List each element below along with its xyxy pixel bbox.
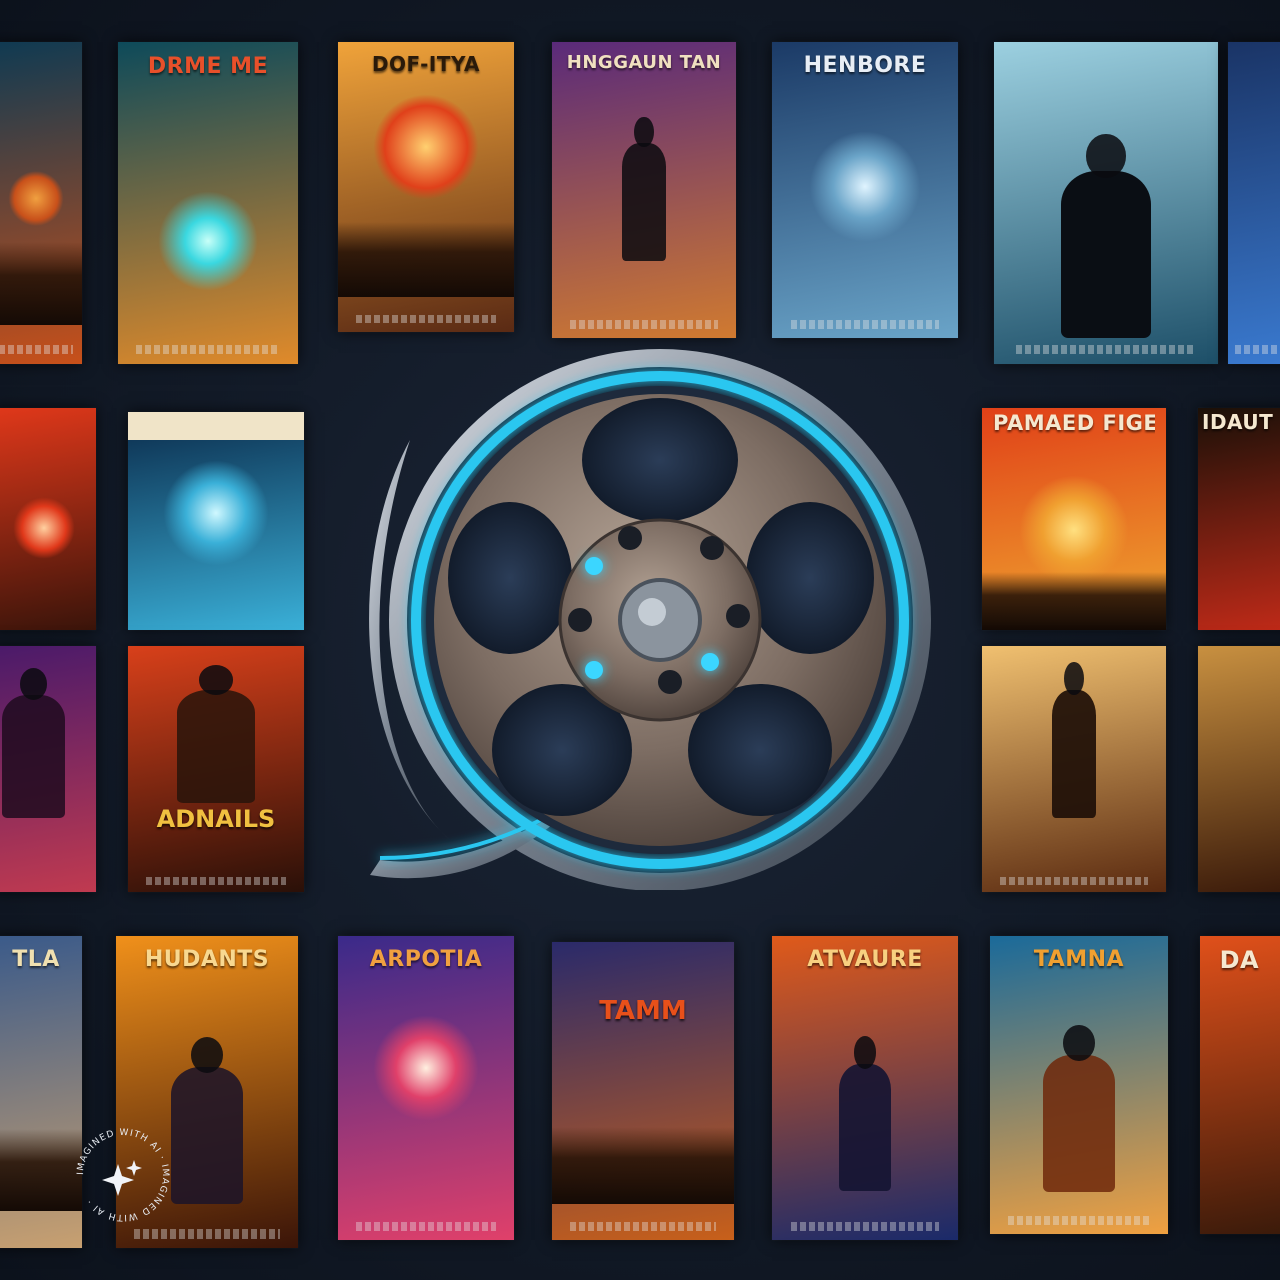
poster-title: TAMNA — [1033, 947, 1125, 971]
poster-credits — [790, 320, 940, 330]
poster-figure — [1051, 662, 1097, 819]
poster-figure — [2, 668, 65, 819]
poster-thumbnail: ARPOTIA — [338, 936, 514, 1240]
badge-text: IMAGINED WITH AI · IMAGINED WITH AI · — [76, 1128, 169, 1222]
poster-art — [1198, 408, 1280, 630]
svg-text:IMAGINED WITH AI · IMAGINED WI: IMAGINED WITH AI · IMAGINED WITH AI · — [76, 1128, 170, 1222]
poster-figure — [621, 116, 667, 262]
poster-figure — [1061, 133, 1151, 339]
poster-subtitle: ADNAILS — [156, 804, 276, 833]
poster-figure — [177, 665, 255, 804]
sparkle-icon: IMAGINED WITH AI · IMAGINED WITH AI · — [76, 1128, 170, 1222]
poster-sun — [8, 170, 64, 226]
poster-thumbnail — [982, 646, 1166, 892]
poster-title: DRME ME — [147, 54, 269, 78]
film-reel-emblem — [340, 330, 960, 890]
poster-thumbnail: TAMNA — [990, 936, 1168, 1234]
poster-title: PAMAED FIGEE — [993, 412, 1155, 435]
poster-sun — [163, 459, 269, 566]
poster-title: HNGGAUN TAN — [566, 53, 722, 73]
poster-thumbnail — [994, 42, 1218, 364]
poster-art — [1198, 646, 1280, 892]
poster-thumbnail — [1198, 646, 1280, 892]
poster-credits — [790, 1221, 940, 1231]
poster-thumbnail: HNGGAUN TAN — [552, 42, 736, 338]
poster-credits — [1016, 344, 1196, 355]
poster-sun — [1018, 474, 1130, 585]
poster-credits — [570, 320, 718, 330]
poster-title: HUDANTS — [144, 948, 270, 972]
poster-sun — [373, 1015, 479, 1121]
poster-ground — [982, 572, 1166, 630]
poster-thumbnail — [0, 408, 96, 630]
poster-thumbnail: ADNAILS — [128, 646, 304, 892]
imagined-with-ai-badge: IMAGINED WITH AI · IMAGINED WITH AI · — [68, 1120, 178, 1230]
poster-sun — [809, 130, 921, 243]
poster-credits — [134, 1229, 280, 1239]
poster-thumbnail: IDAUT — [1198, 408, 1280, 630]
poster-figure — [170, 1036, 244, 1205]
poster-title: IDAUT — [1202, 412, 1274, 434]
poster-thumbnail: DA — [1200, 936, 1280, 1234]
poster-title: TLA — [12, 948, 60, 972]
poster-sun — [154, 186, 262, 295]
poster-sun — [12, 496, 76, 560]
poster-thumbnail: HENBORE — [772, 42, 958, 338]
poster-sun — [373, 94, 479, 200]
poster-title: ARPOTIA — [369, 948, 483, 972]
poster-credits — [355, 1221, 497, 1231]
poster-title: DA — [1219, 947, 1260, 974]
poster-credits — [1235, 344, 1280, 355]
poster-title: HENBORE — [803, 53, 927, 77]
poster-thumbnail — [1228, 42, 1280, 364]
poster-thumbnail: ATVAURE — [772, 936, 958, 1240]
poster-title: DOF-ITYA — [371, 53, 481, 75]
poster-ground — [0, 241, 82, 326]
poster-credits — [0, 344, 73, 355]
poster-thumbnail — [0, 646, 96, 892]
poster-credits — [1007, 1216, 1151, 1226]
film-reel-icon — [369, 349, 931, 890]
poster-thumbnail — [0, 42, 82, 364]
poster-art — [1228, 42, 1280, 364]
poster-thumbnail: DOF-ITYA — [338, 42, 514, 332]
poster-header-band — [128, 412, 304, 441]
poster-credits — [145, 877, 287, 885]
poster-thumbnail — [128, 412, 304, 630]
poster-art — [1200, 936, 1280, 1234]
poster-credits — [570, 1222, 716, 1232]
poster-subtitle: TAMM — [599, 995, 687, 1026]
poster-thumbnail: TAMM — [552, 942, 734, 1240]
poster-figure — [838, 1035, 892, 1192]
poster-ground — [338, 221, 514, 298]
poster-figure — [1043, 1025, 1115, 1193]
poster-thumbnail: PAMAED FIGEE — [982, 408, 1166, 630]
poster-thumbnail: DRME ME — [118, 42, 298, 364]
poster-credits — [1000, 877, 1148, 885]
poster-credits — [355, 314, 497, 324]
poster-title: ATVAURE — [807, 948, 923, 972]
poster-credits — [136, 344, 280, 355]
poster-ground — [552, 1126, 734, 1205]
